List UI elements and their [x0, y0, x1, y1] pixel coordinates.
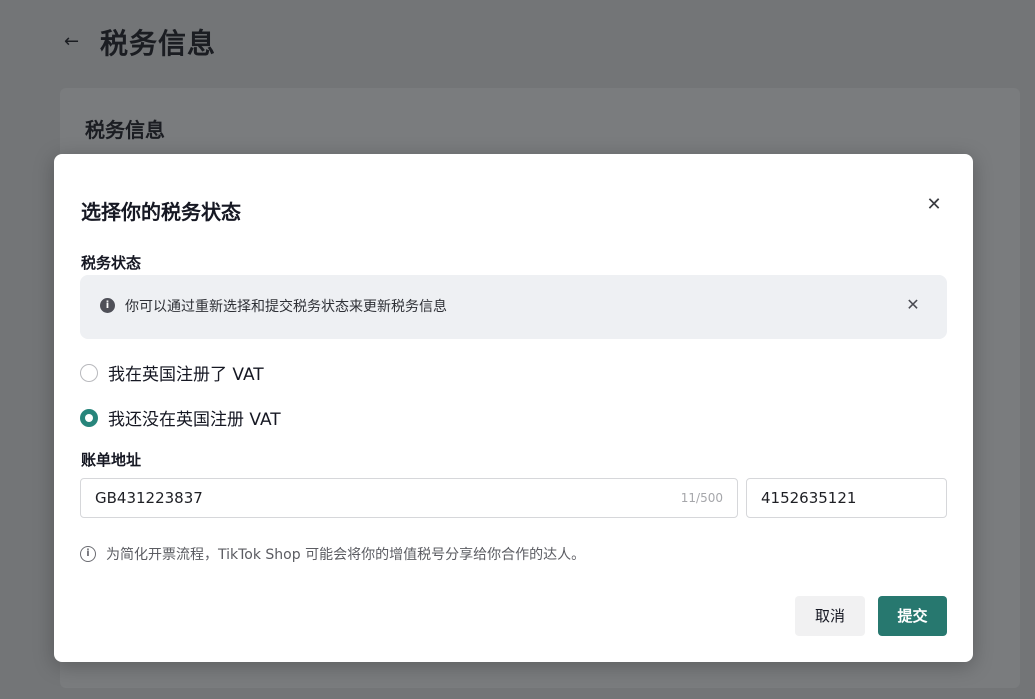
phone-input[interactable]: 4152635121	[746, 478, 947, 518]
vat-input-value: GB431223837	[95, 489, 203, 507]
radio-label: 我在英国注册了 VAT	[108, 365, 264, 385]
notice-close-icon[interactable]: ✕	[903, 295, 923, 315]
close-icon[interactable]: ✕	[923, 194, 945, 216]
radio-label: 我还没在英国注册 VAT	[108, 410, 281, 430]
vat-number-input[interactable]: GB431223837 11/500	[80, 478, 738, 518]
info-circle-icon: i	[80, 546, 96, 562]
radio-option-not-registered[interactable]: 我还没在英国注册 VAT	[80, 405, 281, 430]
character-count: 11/500	[680, 491, 723, 505]
info-notice: i 你可以通过重新选择和提交税务状态来更新税务信息 ✕	[80, 275, 947, 339]
cancel-button[interactable]: 取消	[795, 596, 865, 636]
modal-title: 选择你的税务状态	[81, 200, 241, 224]
tax-status-label: 税务状态	[81, 254, 142, 272]
radio-button-checked[interactable]	[80, 408, 98, 427]
card-title: 税务信息	[85, 118, 165, 142]
notice-text: 你可以通过重新选择和提交税务状态来更新税务信息	[125, 299, 447, 315]
back-arrow-icon[interactable]: ←	[64, 31, 86, 53]
submit-button[interactable]: 提交	[878, 596, 947, 636]
info-icon: i	[100, 298, 115, 313]
page-title: 税务信息	[100, 27, 217, 60]
radio-option-registered[interactable]: 我在英国注册了 VAT	[80, 360, 264, 385]
tax-status-modal: 选择你的税务状态 ✕ 税务状态 i 你可以通过重新选择和提交税务状态来更新税务信…	[54, 154, 973, 662]
vat-share-hint: i 为简化开票流程，TikTok Shop 可能会将你的增值税号分享给你合作的达…	[80, 544, 585, 564]
billing-address-label: 账单地址	[81, 451, 142, 469]
radio-button[interactable]	[80, 363, 98, 382]
page-header: ← 税务信息	[64, 22, 216, 62]
hint-text: 为简化开票流程，TikTok Shop 可能会将你的增值税号分享给你合作的达人。	[106, 547, 586, 563]
phone-input-value: 4152635121	[761, 489, 857, 507]
